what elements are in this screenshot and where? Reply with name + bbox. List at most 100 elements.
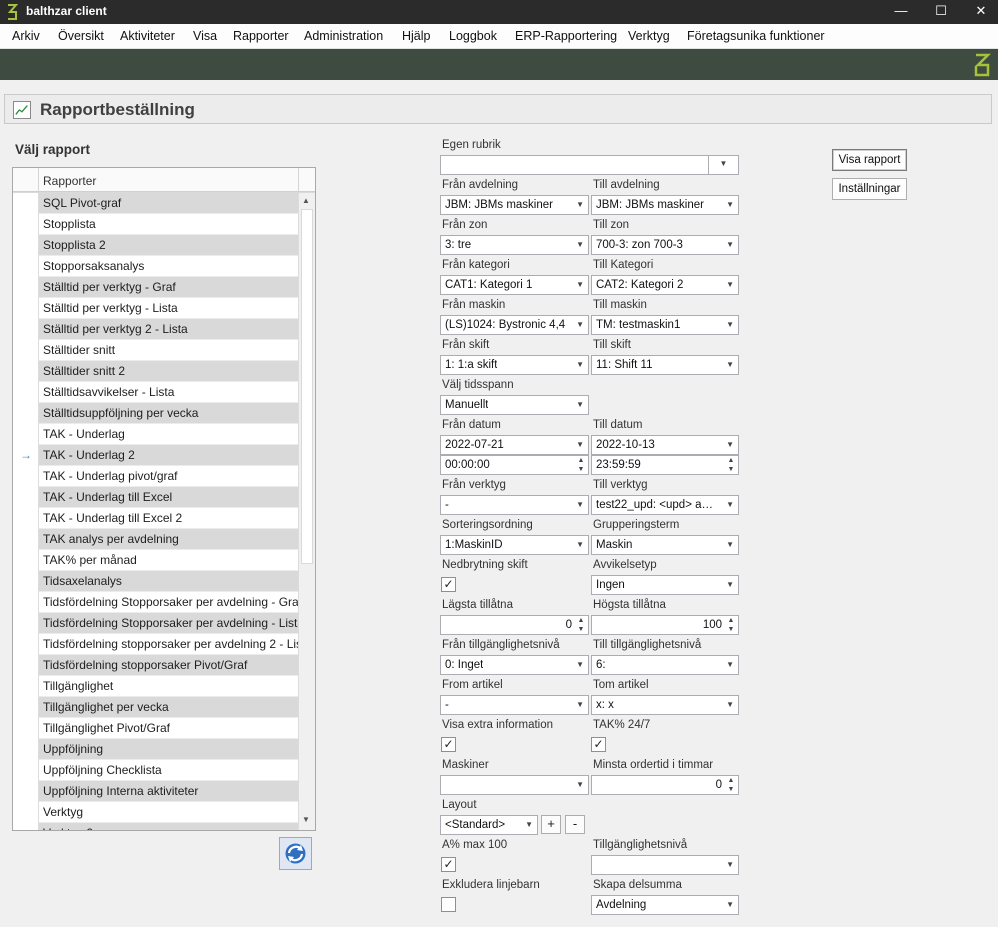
window-title: balthzar client bbox=[26, 4, 107, 18]
menu-loggbok[interactable]: Loggbok bbox=[449, 29, 497, 43]
fran-datum-picker[interactable]: 2022-07-21 ▼ bbox=[440, 435, 589, 455]
fran-tid-spinner[interactable]: 00:00:00 ▲ ▼ bbox=[440, 455, 589, 475]
report-row[interactable]: TAK - Underlag bbox=[39, 424, 298, 445]
maskiner-select[interactable]: ▼ bbox=[440, 775, 589, 795]
layout-select[interactable]: <Standard> ▼ bbox=[440, 815, 538, 835]
menu-verktyg[interactable]: Verktyg bbox=[628, 29, 670, 43]
scroll-thumb[interactable] bbox=[301, 209, 313, 564]
report-row[interactable]: Ställtid per verktyg - Lista bbox=[39, 298, 298, 319]
menu-aktiviteter[interactable]: Aktiviteter bbox=[120, 29, 175, 43]
report-row[interactable]: Tillgänglighet per vecka bbox=[39, 697, 298, 718]
report-row[interactable]: Stopporsaksanalys bbox=[39, 256, 298, 277]
report-row[interactable]: Stopplista bbox=[39, 214, 298, 235]
hogsta-spinner[interactable]: 100 ▲ ▼ bbox=[591, 615, 739, 635]
sortering-select[interactable]: 1:MaskinID ▼ bbox=[440, 535, 589, 555]
report-row[interactable]: Ställtider snitt 2 bbox=[39, 361, 298, 382]
visa-rapport-button[interactable]: Visa rapport bbox=[832, 149, 907, 171]
fran-tillg-select[interactable]: 0: Inget ▼ bbox=[440, 655, 589, 675]
report-row[interactable]: SQL Pivot-graf bbox=[39, 193, 298, 214]
report-row[interactable]: Tillgänglighet bbox=[39, 676, 298, 697]
report-row[interactable]: Tidsaxelanalys bbox=[39, 571, 298, 592]
chevron-down-icon: ▼ bbox=[576, 200, 584, 209]
report-row[interactable]: Uppföljning Interna aktiviteter bbox=[39, 781, 298, 802]
visa-extra-checkbox[interactable]: ✓ bbox=[441, 737, 456, 752]
nedbrytning-checkbox[interactable]: ✓ bbox=[441, 577, 456, 592]
report-row[interactable]: Ställtidsuppföljning per vecka bbox=[39, 403, 298, 424]
chevron-down-icon: ▼ bbox=[576, 320, 584, 329]
till-kategori-select[interactable]: CAT2: Kategori 2 ▼ bbox=[591, 275, 739, 295]
from-artikel-label: From artikel bbox=[442, 679, 503, 691]
grid-scrollbar[interactable]: ▲ ▼ bbox=[298, 193, 315, 830]
till-verktyg-select[interactable]: test22_upd: <upd> automatiskt▼ bbox=[591, 495, 739, 515]
menu-erp-rapportering[interactable]: ERP-Rapportering bbox=[515, 29, 617, 43]
delsumma-select[interactable]: Avdelning ▼ bbox=[591, 895, 739, 915]
report-row[interactable]: TAK - Underlag pivot/graf bbox=[39, 466, 298, 487]
tillg-select[interactable]: ▼ bbox=[591, 855, 739, 875]
installningar-button[interactable]: Inställningar bbox=[832, 178, 907, 200]
report-row[interactable]: Tidsfördelning stopporsaker per avdelnin… bbox=[39, 634, 298, 655]
column-header-rapporter[interactable]: Rapporter bbox=[43, 174, 96, 188]
fran-zon-select[interactable]: 3: tre ▼ bbox=[440, 235, 589, 255]
menu-hjalp[interactable]: Hjälp bbox=[402, 29, 431, 43]
till-skift-select[interactable]: 11: Shift 11 ▼ bbox=[591, 355, 739, 375]
lagsta-spinner[interactable]: 0 ▲ ▼ bbox=[440, 615, 589, 635]
report-row[interactable]: TAK% per månad bbox=[39, 550, 298, 571]
till-tillg-select[interactable]: 6: ▼ bbox=[591, 655, 739, 675]
report-row[interactable]: Verktyg 2 bbox=[39, 823, 298, 830]
brand-band bbox=[0, 49, 998, 80]
maskiner-label: Maskiner bbox=[442, 759, 489, 771]
menu-rapporter[interactable]: Rapporter bbox=[233, 29, 289, 43]
report-row[interactable]: Uppföljning bbox=[39, 739, 298, 760]
report-row[interactable]: Verktyg bbox=[39, 802, 298, 823]
from-artikel-select[interactable]: - ▼ bbox=[440, 695, 589, 715]
tak247-checkbox[interactable]: ✓ bbox=[591, 737, 606, 752]
till-tid-spinner[interactable]: 23:59:59 ▲ ▼ bbox=[591, 455, 739, 475]
fran-kategori-select[interactable]: CAT1: Kategori 1 ▼ bbox=[440, 275, 589, 295]
report-row[interactable]: Uppföljning Checklista bbox=[39, 760, 298, 781]
gruppering-select[interactable]: Maskin ▼ bbox=[591, 535, 739, 555]
menu-oversikt[interactable]: Översikt bbox=[58, 29, 104, 43]
layout-add-button[interactable]: + bbox=[541, 815, 561, 834]
fran-maskin-select[interactable]: (LS)1024: Bystronic 4,4 ▼ bbox=[440, 315, 589, 335]
report-row[interactable]: Ställtider snitt bbox=[39, 340, 298, 361]
scroll-up-icon[interactable]: ▲ bbox=[302, 196, 310, 205]
till-datum-picker[interactable]: 2022-10-13 ▼ bbox=[591, 435, 739, 455]
chevron-down-icon: ▼ bbox=[726, 360, 734, 369]
report-row[interactable]: Tidsfördelning Stopporsaker per avdelnin… bbox=[39, 613, 298, 634]
report-row[interactable]: Ställtid per verktyg 2 - Lista bbox=[39, 319, 298, 340]
menu-administration[interactable]: Administration bbox=[304, 29, 383, 43]
menu-arkiv[interactable]: Arkiv bbox=[12, 29, 40, 43]
report-row[interactable]: Tidsfördelning Stopporsaker per avdelnin… bbox=[39, 592, 298, 613]
tidsspann-select[interactable]: Manuellt ▼ bbox=[440, 395, 589, 415]
close-button[interactable]: ✕ bbox=[958, 0, 998, 24]
report-row[interactable]: TAK analys per avdelning bbox=[39, 529, 298, 550]
avvikelsetyp-select[interactable]: Ingen ▼ bbox=[591, 575, 739, 595]
report-row[interactable]: TAK - Underlag till Excel bbox=[39, 487, 298, 508]
chevron-down-icon[interactable]: ▼ bbox=[708, 156, 738, 174]
chevron-down-icon: ▼ bbox=[525, 820, 533, 829]
menu-foretagsunika[interactable]: Företagsunika funktioner bbox=[687, 29, 825, 43]
till-zon-select[interactable]: 700-3: zon 700-3 ▼ bbox=[591, 235, 739, 255]
report-row[interactable]: Ställtidsavvikelser - Lista bbox=[39, 382, 298, 403]
amax-checkbox[interactable]: ✓ bbox=[441, 857, 456, 872]
minsta-order-spinner[interactable]: 0 ▲ ▼ bbox=[591, 775, 739, 795]
fran-verktyg-select[interactable]: - ▼ bbox=[440, 495, 589, 515]
report-row[interactable]: Tillgänglighet Pivot/Graf bbox=[39, 718, 298, 739]
fran-avdelning-select[interactable]: JBM: JBMs maskiner ▼ bbox=[440, 195, 589, 215]
fran-skift-select[interactable]: 1: 1:a skift ▼ bbox=[440, 355, 589, 375]
report-row[interactable]: Ställtid per verktyg - Graf bbox=[39, 277, 298, 298]
till-maskin-select[interactable]: TM: testmaskin1 ▼ bbox=[591, 315, 739, 335]
report-row[interactable]: TAK - Underlag 2 bbox=[39, 445, 298, 466]
menu-visa[interactable]: Visa bbox=[193, 29, 217, 43]
layout-remove-button[interactable]: - bbox=[565, 815, 585, 834]
egen-rubrik-input[interactable]: ▼ bbox=[440, 155, 739, 175]
tom-artikel-select[interactable]: x: x ▼ bbox=[591, 695, 739, 715]
refresh-button[interactable] bbox=[279, 837, 312, 870]
exkludera-checkbox[interactable] bbox=[441, 897, 456, 912]
tidsspann-label: Välj tidsspann bbox=[442, 379, 514, 391]
report-row[interactable]: Tidsfördelning stopporsaker Pivot/Graf bbox=[39, 655, 298, 676]
report-row[interactable]: Stopplista 2 bbox=[39, 235, 298, 256]
report-row[interactable]: TAK - Underlag till Excel 2 bbox=[39, 508, 298, 529]
till-avdelning-select[interactable]: JBM: JBMs maskiner ▼ bbox=[591, 195, 739, 215]
scroll-down-icon[interactable]: ▼ bbox=[302, 815, 310, 824]
